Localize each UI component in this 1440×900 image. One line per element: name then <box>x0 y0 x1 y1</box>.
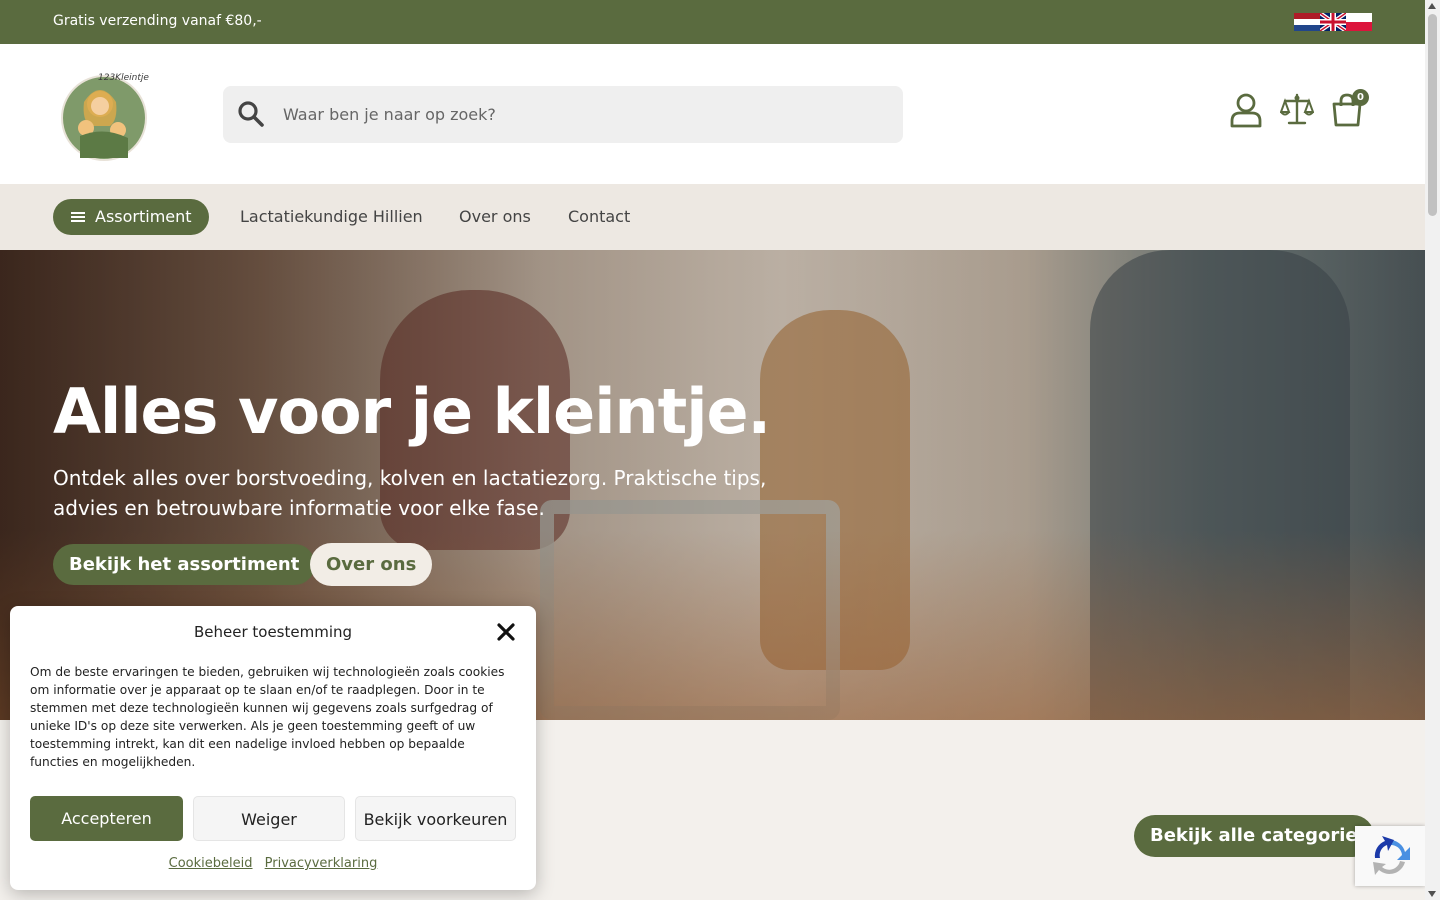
cookie-policy-link[interactable]: Cookiebeleid <box>169 856 253 871</box>
hero-title: Alles voor je kleintje. <box>53 375 771 448</box>
search-bar[interactable]: Waar ben je naar op zoek? <box>223 86 903 143</box>
deny-button[interactable]: Weiger <box>193 796 345 841</box>
consent-title: Beheer toestemming <box>193 623 353 641</box>
pl-flag-icon[interactable] <box>1346 13 1372 31</box>
account-icon[interactable] <box>1229 92 1263 128</box>
scroll-down-arrow-icon[interactable] <box>1428 891 1436 897</box>
hero-subtitle: Ontdek alles over borstvoeding, kolven e… <box>53 466 767 520</box>
logo-wordmark: 123Kleintje <box>98 73 149 83</box>
cart-count-badge: 0 <box>1352 89 1369 106</box>
recaptcha-badge[interactable] <box>1355 826 1425 886</box>
scroll-up-arrow-icon[interactable] <box>1428 3 1436 9</box>
cookie-consent-dialog: Beheer toestemming Om de beste ervaringe… <box>10 606 536 890</box>
about-us-button[interactable]: Over ons <box>310 543 433 586</box>
page-scrollbar[interactable] <box>1425 0 1440 900</box>
accept-button[interactable]: Accepteren <box>30 796 183 841</box>
nav-link-lactatiekundige[interactable]: Lactatiekundige Hillien <box>240 207 423 226</box>
view-assortment-button[interactable]: Bekijk het assortiment <box>53 544 316 585</box>
language-switcher <box>1294 13 1372 31</box>
consent-description: Om de beste ervaringen te bieden, gebrui… <box>30 665 505 769</box>
search-icon[interactable] <box>237 100 265 128</box>
free-shipping-text: Gratis verzending vanaf €80,- <box>53 13 262 29</box>
view-preferences-button[interactable]: Bekijk voorkeuren <box>355 796 516 841</box>
top-bar: Gratis verzending vanaf €80,- <box>0 0 1425 44</box>
scrollbar-thumb[interactable] <box>1428 14 1437 216</box>
main-navigation: Assortiment Lactatiekundige Hillien Over… <box>0 184 1425 250</box>
assortment-label: Assortiment <box>95 207 192 226</box>
privacy-statement-link[interactable]: Privacyverklaring <box>265 856 378 871</box>
hamburger-icon <box>71 212 85 222</box>
nl-flag-icon[interactable] <box>1294 13 1320 31</box>
consent-links: Cookiebeleid Privacyverklaring <box>10 856 536 871</box>
site-header: 123Kleintje Waar ben je naar op zoek? 0 <box>0 44 1425 184</box>
view-all-categories-button[interactable]: Bekijk alle categorieen <box>1134 815 1374 857</box>
nav-link-contact[interactable]: Contact <box>568 207 630 226</box>
nav-link-over-ons[interactable]: Over ons <box>459 207 531 226</box>
search-input[interactable]: Waar ben je naar op zoek? <box>283 105 496 124</box>
uk-flag-icon[interactable] <box>1320 13 1346 31</box>
close-icon[interactable] <box>496 622 516 642</box>
assortment-menu-button[interactable]: Assortiment <box>53 199 209 235</box>
recaptcha-icon <box>1373 836 1410 875</box>
site-logo[interactable]: 123Kleintje <box>60 66 152 162</box>
compare-scale-icon[interactable] <box>1280 92 1314 128</box>
